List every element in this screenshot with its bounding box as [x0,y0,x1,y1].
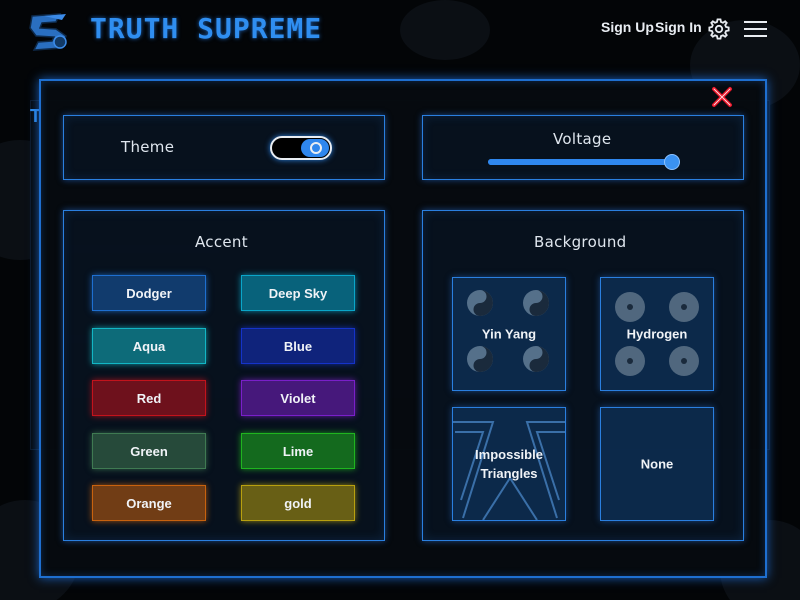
background-option-none[interactable]: None [600,407,714,521]
hydrogen-icon [615,346,645,376]
background-option-impossible-triangles[interactable]: Impossible Triangles [452,407,566,521]
theme-panel [63,115,385,180]
theme-toggle[interactable] [270,136,332,160]
background-option-label: Hydrogen [626,326,688,342]
background-option-hydrogen[interactable]: Hydrogen [600,277,714,391]
background-option-label: None [640,456,674,472]
accent-option-lime[interactable]: Lime [241,433,355,469]
sign-in-link[interactable]: Sign In [655,19,702,35]
accent-option-violet[interactable]: Violet [241,380,355,416]
slider-fill [488,159,672,165]
background-option-label: Yin Yang [481,326,537,342]
yin-yang-icon [467,346,493,372]
accent-option-blue[interactable]: Blue [241,328,355,364]
accent-option-red[interactable]: Red [92,380,206,416]
voltage-label: Voltage [553,130,612,148]
accent-option-aqua[interactable]: Aqua [92,328,206,364]
background-option-label: Impossible Triangles [475,447,543,481]
close-icon[interactable] [711,86,733,108]
header: TRUTH SUPREME Sign Up Sign In [0,0,800,62]
accent-option-orange[interactable]: Orange [92,485,206,521]
slider-thumb[interactable] [664,154,680,170]
theme-label: Theme [121,138,175,156]
accent-option-gold[interactable]: gold [241,485,355,521]
sign-up-link[interactable]: Sign Up [601,19,654,35]
yin-yang-icon [523,346,549,372]
logo-icon[interactable] [26,10,74,52]
accent-title: Accent [195,233,248,251]
voltage-slider[interactable] [488,154,680,170]
toggle-knob [301,139,329,157]
background-option-yin-yang[interactable]: Yin Yang [452,277,566,391]
brand-name[interactable]: TRUTH SUPREME [90,12,322,45]
hydrogen-icon [615,292,645,322]
gear-icon[interactable] [708,18,730,40]
hydrogen-icon [669,292,699,322]
yin-yang-icon [467,290,493,316]
background-title: Background [534,233,627,251]
accent-option-dodger[interactable]: Dodger [92,275,206,311]
accent-option-deep-sky[interactable]: Deep Sky [241,275,355,311]
accent-option-green[interactable]: Green [92,433,206,469]
hydrogen-icon [669,346,699,376]
yin-yang-icon [523,290,549,316]
hamburger-icon[interactable] [744,20,767,38]
